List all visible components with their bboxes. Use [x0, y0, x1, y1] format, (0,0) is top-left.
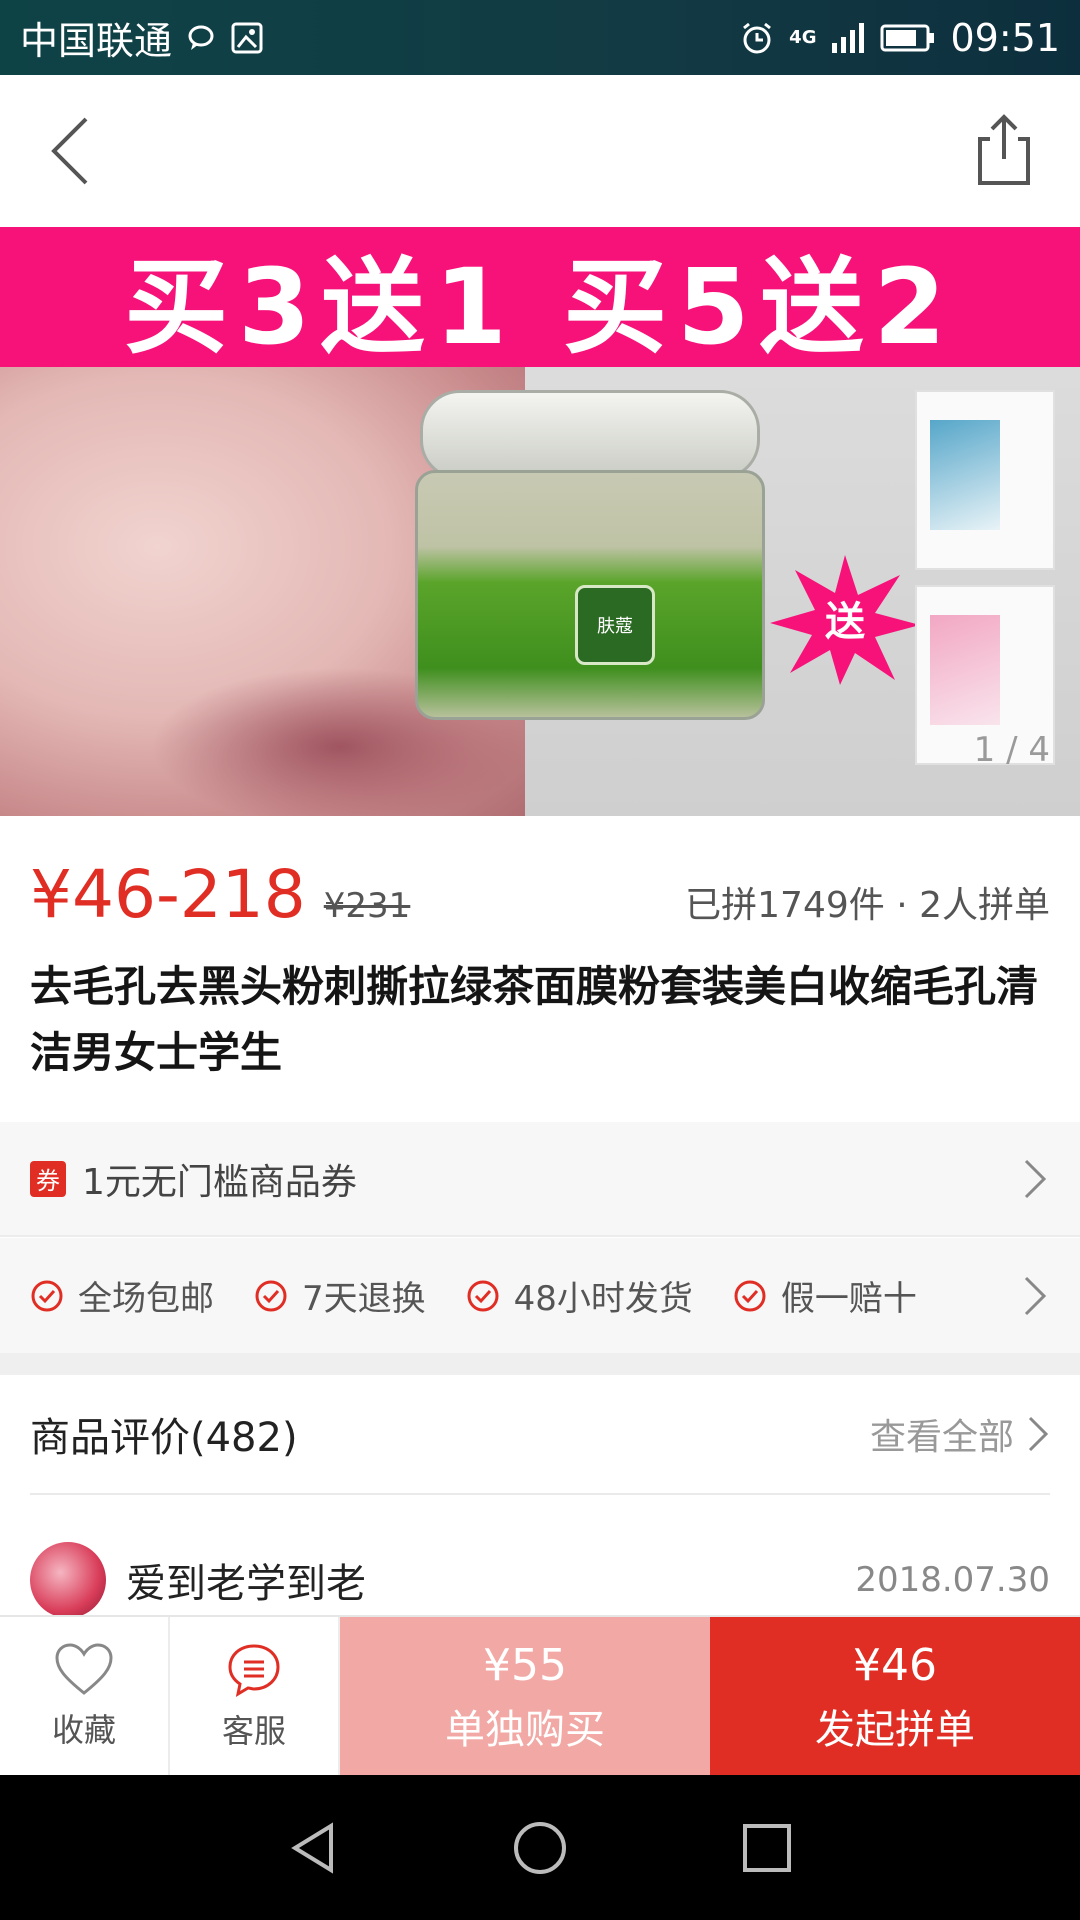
- services-row[interactable]: 全场包邮 7天退换 48小时发货 假一赔十: [0, 1238, 1080, 1353]
- page-indicator: 1 / 4: [973, 730, 1050, 770]
- bottom-action-bar: 收藏 客服 ¥55 单独购买 ¥46 发起拼单: [0, 1615, 1080, 1777]
- favorite-button[interactable]: 收藏: [0, 1617, 170, 1777]
- system-navigation-bar: [0, 1775, 1080, 1920]
- view-all-reviews-link[interactable]: 查看全部: [870, 1408, 1050, 1460]
- gift-star-icon: 送: [770, 555, 920, 685]
- check-circle-icon: [734, 1280, 766, 1311]
- service-label: 客服: [221, 1712, 286, 1750]
- message-icon: [186, 23, 216, 53]
- reviews-title: 商品评价(482): [30, 1415, 298, 1461]
- reviewer-name: 爱到老学到老: [126, 1561, 366, 1607]
- sold-count: 已拼1749件 · 2人拼单: [685, 885, 1050, 926]
- buy-alone-price: ¥55: [483, 1639, 567, 1691]
- reviews-header: 商品评价(482) 查看全部: [30, 1375, 1050, 1495]
- price-block: ¥46-218 ¥231 已拼1749件 · 2人拼单 去毛孔去黑头粉刺撕拉绿茶…: [0, 816, 1080, 1121]
- jar-lid: [420, 390, 760, 480]
- battery-icon: [880, 23, 936, 53]
- group-buy-price: ¥46: [853, 1639, 937, 1691]
- alarm-icon: [739, 20, 775, 56]
- coupon-badge: 券: [30, 1160, 66, 1197]
- service-label: 48小时发货: [513, 1279, 693, 1319]
- coupon-row[interactable]: 券 1元无门槛商品券: [0, 1122, 1080, 1237]
- status-bar: 中国联通 4G 09:51: [0, 0, 1080, 75]
- service-label: 假一赔十: [780, 1279, 917, 1319]
- review-item[interactable]: 爱到老学到老 2018.07.30: [30, 1540, 1050, 1620]
- system-recents-icon[interactable]: [737, 1818, 797, 1878]
- favorite-label: 收藏: [51, 1711, 116, 1749]
- system-home-icon[interactable]: [510, 1818, 570, 1878]
- share-button[interactable]: [968, 111, 1040, 189]
- top-nav-bar: [0, 75, 1080, 227]
- chevron-right-icon: [1024, 1159, 1047, 1198]
- system-back-icon[interactable]: [283, 1818, 343, 1878]
- check-circle-icon: [467, 1280, 499, 1311]
- gift-label: 送: [825, 599, 865, 645]
- group-buy-label: 发起拼单: [815, 1706, 975, 1753]
- gift-box-1-art: [930, 420, 1000, 530]
- chat-icon: [228, 1644, 280, 1698]
- section-divider: [0, 1353, 1080, 1375]
- coupon-text: 1元无门槛商品券: [82, 1161, 357, 1203]
- service-fast-delivery: 48小时发货: [466, 1271, 693, 1320]
- price-row: ¥46-218 ¥231 已拼1749件 · 2人拼单: [30, 856, 1050, 936]
- service-authenticity: 假一赔十: [733, 1271, 917, 1320]
- back-button[interactable]: [40, 113, 100, 189]
- gallery-icon: [230, 21, 264, 55]
- chevron-left-icon: [51, 117, 88, 185]
- signal-icon: [830, 21, 866, 55]
- share-icon: [978, 114, 1030, 185]
- view-all-label: 查看全部: [869, 1417, 1014, 1458]
- service-returns: 7天退换: [254, 1271, 426, 1320]
- buy-alone-button[interactable]: ¥55 单独购买: [340, 1617, 710, 1777]
- avatar: [30, 1542, 106, 1618]
- brand-label: 肤蔻: [575, 585, 655, 665]
- gift-box-2-art: [930, 615, 1000, 725]
- buy-alone-label: 单独购买: [445, 1706, 605, 1753]
- original-price: ¥231: [323, 886, 411, 926]
- group-buy-button[interactable]: ¥46 发起拼单: [710, 1617, 1080, 1777]
- heart-icon: [55, 1643, 113, 1695]
- clock-time: 09:51: [950, 15, 1060, 60]
- promo-banner: 买3送1 买5送2: [0, 227, 1080, 368]
- service-label: 全场包邮: [78, 1279, 214, 1319]
- check-circle-icon: [255, 1280, 287, 1311]
- review-date: 2018.07.30: [855, 1560, 1050, 1600]
- price: ¥46-218: [30, 856, 306, 933]
- chevron-right-icon: [1028, 1416, 1049, 1452]
- chevron-right-icon: [1024, 1276, 1047, 1315]
- service-free-shipping: 全场包邮: [30, 1271, 214, 1320]
- product-title: 去毛孔去黑头粉刺撕拉绿茶面膜粉套装美白收缩毛孔清洁男女士学生: [30, 962, 1039, 1077]
- check-circle-icon: [31, 1280, 63, 1311]
- network-type: 4G: [789, 27, 817, 48]
- carrier-name: 中国联通: [20, 19, 173, 63]
- service-label: 7天退换: [302, 1279, 426, 1319]
- customer-service-button[interactable]: 客服: [170, 1617, 340, 1777]
